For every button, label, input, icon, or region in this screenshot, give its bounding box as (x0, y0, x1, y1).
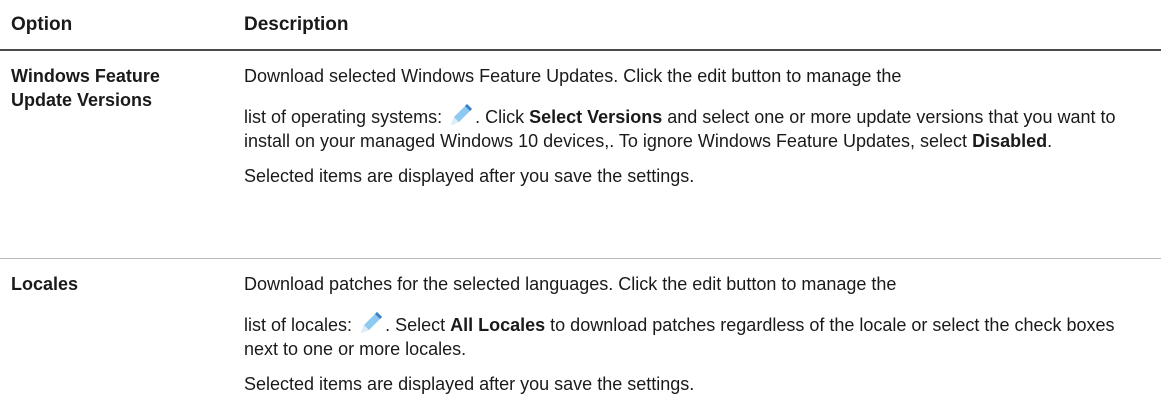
option-name: Windows Feature Update Versions (11, 66, 160, 110)
table-header-row: Option Description (0, 0, 1161, 51)
option-name: Locales (11, 274, 79, 294)
description-paragraph: Download patches for the selected langua… (244, 272, 1149, 361)
pencil-icon (361, 312, 383, 333)
description-bold: Disabled (972, 131, 1048, 151)
description-text: . Click (475, 107, 525, 127)
description-bold: All Locales (450, 315, 546, 335)
description-text: . (1047, 131, 1053, 151)
option-description: Download selected Windows Feature Update… (224, 51, 1161, 258)
description-text: Download selected Windows Feature Update… (244, 66, 902, 86)
option-description: Download patches for the selected langua… (224, 259, 1161, 419)
description-text: Selected items are displayed after you s… (244, 374, 695, 394)
description-text: list of operating systems: (244, 107, 443, 127)
description-paragraph: Selected items are displayed after you s… (244, 372, 1149, 396)
description-bold: Select Versions (529, 107, 663, 127)
description-text: . Select (385, 315, 446, 335)
description-text: list of locales: (244, 315, 353, 335)
description-paragraph: Download selected Windows Feature Update… (244, 64, 1149, 153)
table-row: Locales Download patches for the selecte… (0, 259, 1161, 419)
pencil-icon (451, 104, 473, 125)
options-table: Option Description Windows Feature Updat… (0, 0, 1161, 419)
description-text: Selected items are displayed after you s… (244, 166, 695, 186)
header-description: Description (244, 13, 349, 35)
table-row: Windows Feature Update Versions Download… (0, 51, 1161, 259)
header-option: Option (11, 13, 73, 35)
description-paragraph: Selected items are displayed after you s… (244, 164, 1149, 188)
description-text: Download patches for the selected langua… (244, 274, 897, 294)
